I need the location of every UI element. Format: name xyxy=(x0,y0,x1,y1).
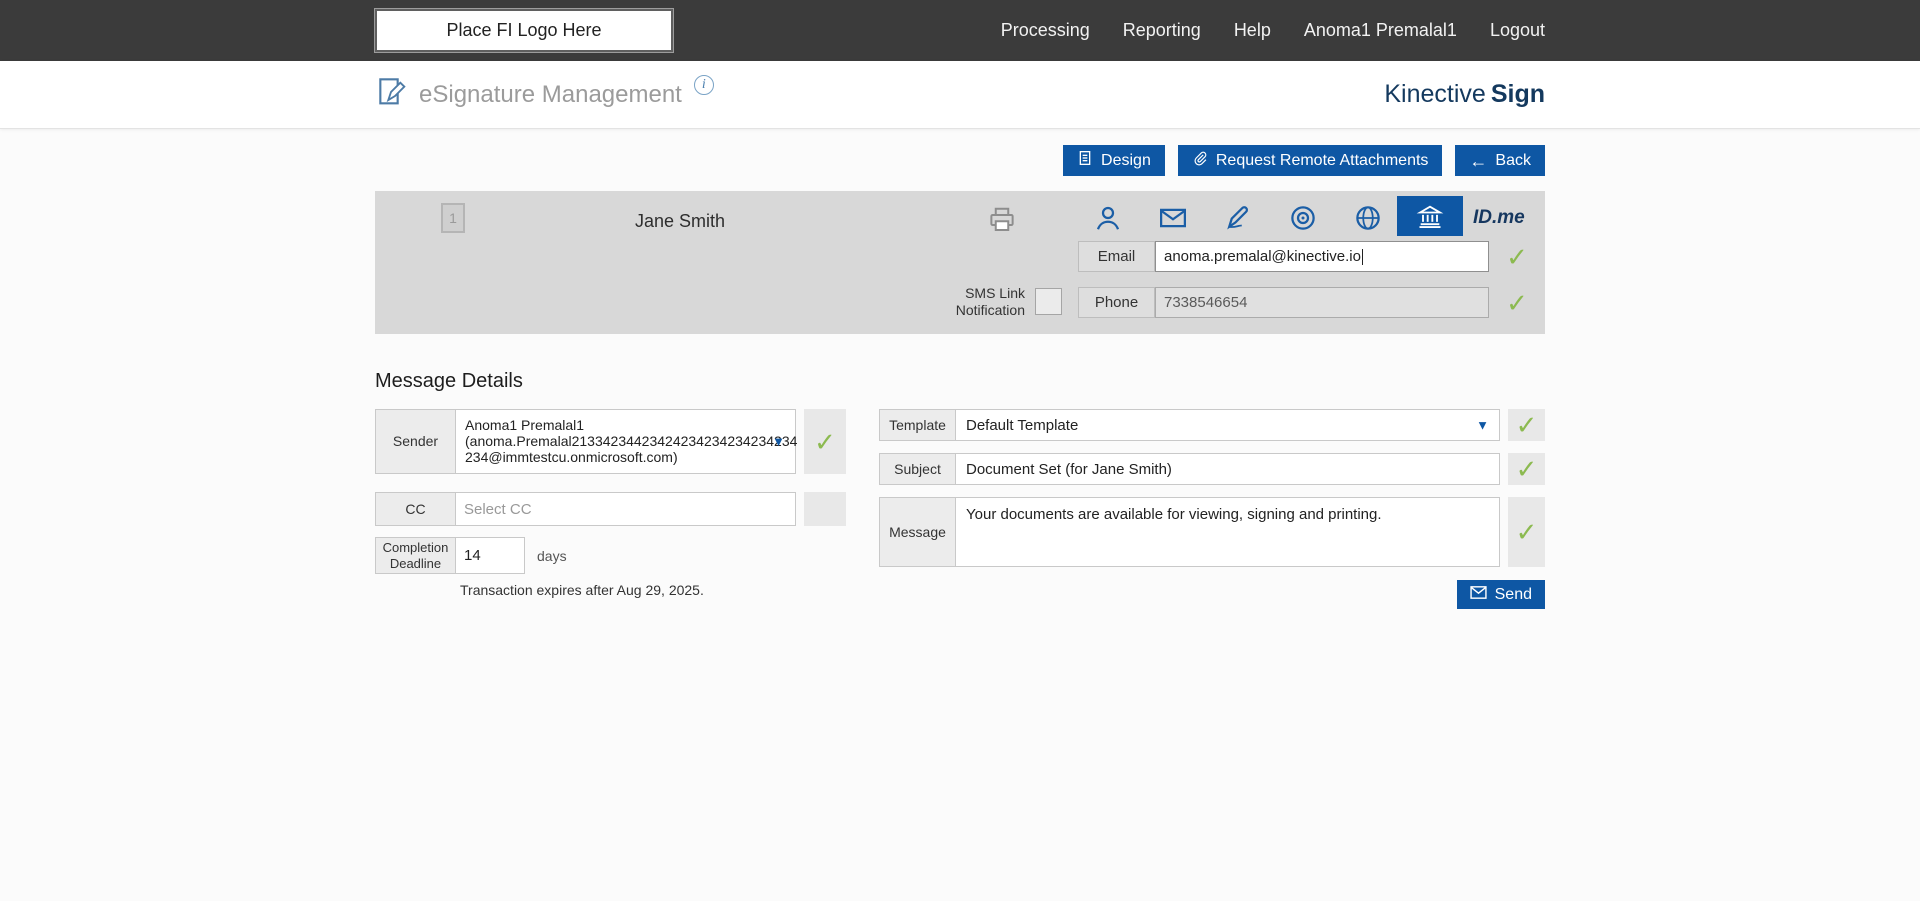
nav-processing[interactable]: Processing xyxy=(1001,20,1090,41)
fi-logo-placeholder: Place FI Logo Here xyxy=(375,9,673,52)
sender-value-line3: 234@immtestcu.onmicrosoft.com) xyxy=(465,449,767,465)
back-button[interactable]: ← Back xyxy=(1455,145,1545,176)
sender-row: Sender Anoma1 Premalal1 (anoma.Premalal2… xyxy=(375,409,846,474)
attachments-label: Request Remote Attachments xyxy=(1216,152,1429,170)
sms-link-notification-checkbox[interactable] xyxy=(1035,288,1062,315)
auth-method-globe-button[interactable] xyxy=(1351,201,1385,235)
auth-method-target-button[interactable] xyxy=(1286,201,1320,235)
document-number-icon: 1 xyxy=(441,203,465,233)
bank-icon xyxy=(1416,202,1444,230)
send-envelope-icon xyxy=(1470,585,1487,605)
expiration-note: Transaction expires after Aug 29, 2025. xyxy=(460,582,846,598)
page: Place FI Logo Here Processing Reporting … xyxy=(0,0,1920,901)
message-row: Message Your documents are available for… xyxy=(879,497,1545,567)
message-textarea[interactable]: Your documents are available for viewing… xyxy=(956,497,1500,567)
send-label: Send xyxy=(1495,586,1532,604)
email-input[interactable]: anoma.premalal@kinective.io xyxy=(1155,241,1489,272)
message-details-form: Sender Anoma1 Premalal1 (anoma.Premalal2… xyxy=(375,409,1545,609)
request-remote-attachments-button[interactable]: Request Remote Attachments xyxy=(1178,145,1443,176)
cc-input[interactable] xyxy=(456,492,796,526)
check-icon: ✓ xyxy=(1516,519,1538,545)
back-arrow-icon: ← xyxy=(1469,152,1487,170)
check-icon: ✓ xyxy=(1516,412,1538,438)
main-content: Design Request Remote Attachments ← Back… xyxy=(375,145,1545,609)
auth-method-email-button[interactable] xyxy=(1156,201,1190,235)
page-title: eSignature Management xyxy=(419,81,682,109)
fi-logo-text: Place FI Logo Here xyxy=(446,20,601,41)
esignature-icon xyxy=(375,76,407,113)
email-label: Email xyxy=(1078,241,1155,272)
cc-label: CC xyxy=(375,492,456,526)
nav-help[interactable]: Help xyxy=(1234,20,1271,41)
subject-value: Document Set (for Jane Smith) xyxy=(966,461,1172,478)
topbar: Place FI Logo Here Processing Reporting … xyxy=(0,0,1920,61)
brand-logo: KinectiveSign xyxy=(1384,80,1545,109)
recipient-name: Jane Smith xyxy=(635,211,725,232)
phone-valid-indicator: ✓ xyxy=(1497,287,1537,318)
toolbar: Design Request Remote Attachments ← Back xyxy=(375,145,1545,176)
info-icon[interactable]: i xyxy=(694,75,714,95)
nav-reporting[interactable]: Reporting xyxy=(1123,20,1201,41)
sender-label: Sender xyxy=(375,409,456,474)
chevron-down-icon: ▼ xyxy=(1476,418,1489,433)
phone-value: 7338546654 xyxy=(1164,294,1247,311)
message-valid-indicator: ✓ xyxy=(1508,497,1545,567)
template-label: Template xyxy=(879,409,956,441)
design-icon xyxy=(1077,150,1093,171)
sender-value-line1: Anoma1 Premalal1 xyxy=(465,417,767,433)
print-button[interactable] xyxy=(985,203,1019,237)
message-details-heading: Message Details xyxy=(375,370,1545,393)
subject-valid-indicator: ✓ xyxy=(1508,453,1545,485)
nav-user-menu[interactable]: Anoma1 Premalal1 xyxy=(1304,20,1457,41)
completion-deadline-input[interactable] xyxy=(456,537,525,574)
nav-logout[interactable]: Logout xyxy=(1490,20,1545,41)
template-value: Default Template xyxy=(966,417,1078,434)
email-value: anoma.premalal@kinective.io xyxy=(1164,248,1361,265)
subheader: eSignature Management i KinectiveSign xyxy=(0,61,1920,129)
subject-input[interactable]: Document Set (for Jane Smith) xyxy=(956,453,1500,485)
design-button[interactable]: Design xyxy=(1063,145,1165,176)
email-valid-indicator: ✓ xyxy=(1497,241,1537,272)
auth-method-signature-pen-button[interactable] xyxy=(1221,201,1255,235)
completion-deadline-row: Completion Deadline days xyxy=(375,537,846,574)
sms-link-notification-label: SMS Link Notification xyxy=(915,285,1025,319)
message-label: Message xyxy=(879,497,956,567)
sender-value-line2: (anoma.Premalal2133423442342423423423423… xyxy=(465,433,767,449)
phone-label: Phone xyxy=(1078,287,1155,318)
phone-input: 7338546654 xyxy=(1155,287,1489,318)
check-icon: ✓ xyxy=(1506,290,1528,316)
subject-label: Subject xyxy=(879,453,956,485)
cc-indicator-slot xyxy=(804,492,846,526)
brand-secondary: Sign xyxy=(1491,80,1545,108)
sender-valid-indicator: ✓ xyxy=(804,409,846,474)
back-label: Back xyxy=(1495,152,1531,170)
check-icon: ✓ xyxy=(1506,244,1528,270)
design-label: Design xyxy=(1101,152,1151,170)
template-valid-indicator: ✓ xyxy=(1508,409,1545,441)
idme-button[interactable]: ID.me xyxy=(1473,207,1525,229)
top-nav: Processing Reporting Help Anoma1 Premala… xyxy=(1001,20,1545,41)
text-caret xyxy=(1362,249,1363,265)
cc-row: CC xyxy=(375,492,846,526)
check-icon: ✓ xyxy=(814,429,836,455)
auth-method-bank-button-selected[interactable] xyxy=(1397,196,1463,236)
paperclip-icon xyxy=(1192,150,1208,171)
auth-method-person-button[interactable] xyxy=(1091,201,1125,235)
subject-row: Subject Document Set (for Jane Smith) ✓ xyxy=(879,453,1545,485)
check-icon: ✓ xyxy=(1516,456,1538,482)
template-row: Template Default Template ▼ ✓ xyxy=(879,409,1545,441)
sender-dropdown[interactable]: Anoma1 Premalal1 (anoma.Premalal21334234… xyxy=(456,409,796,474)
recipient-panel: 1 Jane Smith ID.me xyxy=(375,191,1545,334)
deadline-unit-label: days xyxy=(537,548,567,564)
template-dropdown[interactable]: Default Template ▼ xyxy=(956,409,1500,441)
chevron-down-icon: ▼ xyxy=(772,434,785,450)
brand-primary: Kinective xyxy=(1384,80,1485,108)
completion-deadline-label: Completion Deadline xyxy=(375,537,456,574)
send-button[interactable]: Send xyxy=(1457,580,1545,609)
